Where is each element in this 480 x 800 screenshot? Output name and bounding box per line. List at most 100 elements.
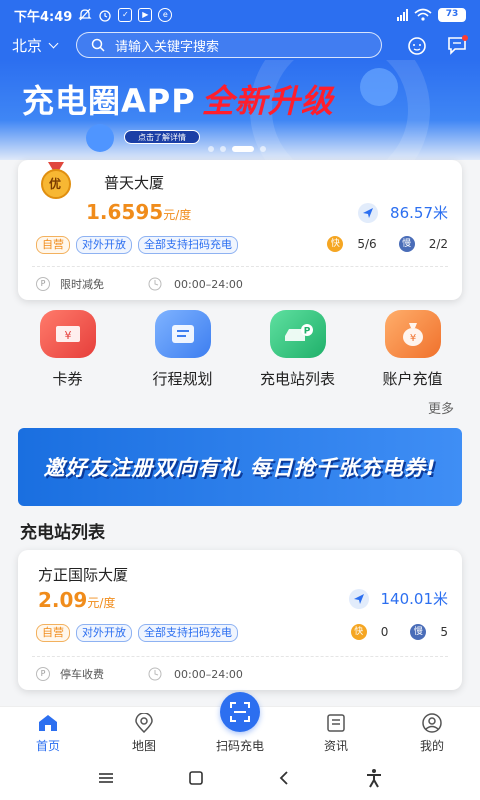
- decor-bubble: [86, 124, 114, 152]
- parking-icon: P: [36, 277, 50, 291]
- tab-label: 资讯: [323, 739, 348, 753]
- carousel-dot[interactable]: [260, 146, 266, 152]
- price-unit: 元/度: [87, 596, 116, 610]
- station-list-icon: P: [269, 310, 326, 358]
- promo-banner[interactable]: 充电圈APP 全新升级 点击了解详情: [0, 60, 480, 160]
- mute-icon: [78, 8, 92, 21]
- price-value: 2.09: [38, 588, 88, 612]
- quick-action-topup[interactable]: ¥ 账户充值: [363, 310, 463, 390]
- station-name: 普天大厦: [104, 174, 165, 192]
- city-selector[interactable]: 北京: [12, 35, 76, 56]
- distance-value: 140.01米: [380, 590, 449, 608]
- distance-value: 86.57米: [390, 204, 448, 222]
- medal-label: 优: [49, 177, 62, 191]
- promo-text: 邀好友注册双向有礼 每日抢千张充电券!: [43, 456, 437, 480]
- top-header: 北京 请输入关键字搜索: [0, 30, 480, 60]
- section-title: 充电站列表: [20, 523, 105, 543]
- navigate-icon[interactable]: [358, 202, 379, 223]
- home-square-icon[interactable]: [188, 770, 204, 786]
- alarm-icon: [99, 10, 111, 22]
- wifi-icon: [414, 8, 432, 21]
- customer-service-icon[interactable]: [406, 34, 428, 56]
- tab-profile[interactable]: 我的: [384, 707, 480, 756]
- price-value: 1.6595: [86, 200, 164, 224]
- featured-station-card[interactable]: 优 普天大厦 1.6595元/度 86.57米 自营 对外开放 全部支持扫码充电…: [18, 160, 462, 300]
- tab-map[interactable]: 地图: [96, 707, 192, 756]
- charger-counts: 快 0 慢 5: [350, 624, 448, 640]
- station-tags: 自营 对外开放 全部支持扫码充电: [36, 236, 238, 254]
- search-input[interactable]: 请输入关键字搜索: [76, 32, 382, 58]
- message-icon[interactable]: [446, 34, 468, 56]
- banner-title-highlight: 全新升级: [201, 82, 334, 120]
- tab-label: 首页: [35, 739, 60, 753]
- carousel-dot-active[interactable]: [232, 146, 254, 152]
- carousel-dots: [208, 146, 266, 152]
- fast-count: 5/6: [357, 237, 377, 251]
- app-notification-icon: ✓: [118, 8, 133, 22]
- quick-action-label: 行程规划: [152, 370, 213, 388]
- battery-indicator: 73: [438, 8, 466, 22]
- profile-icon: [422, 713, 442, 733]
- quick-action-label: 充电站列表: [259, 370, 335, 388]
- parking-icon: P: [36, 667, 50, 681]
- tab-label: 地图: [131, 739, 156, 753]
- tag-scan-charge: 全部支持扫码充电: [138, 624, 238, 642]
- back-icon[interactable]: [277, 770, 291, 786]
- banner-detail-button[interactable]: 点击了解详情: [124, 130, 200, 144]
- city-label: 北京: [12, 36, 43, 55]
- slow-count: 2/2: [428, 237, 448, 251]
- scan-charge-button[interactable]: [220, 692, 260, 732]
- search-placeholder: 请输入关键字搜索: [115, 39, 220, 55]
- station-list-item[interactable]: 方正国际大厦 2.09元/度 140.01米 自营 对外开放 全部支持扫码充电 …: [18, 550, 462, 690]
- charger-counts: 快 5/6 慢 2/2: [327, 236, 448, 252]
- carousel-dot[interactable]: [220, 146, 226, 152]
- station-distance[interactable]: 86.57米: [358, 202, 448, 223]
- quick-action-station-list[interactable]: P 充电站列表: [248, 310, 348, 390]
- tag-scan-charge: 全部支持扫码充电: [138, 236, 238, 254]
- svg-text:P: P: [303, 327, 310, 337]
- tab-label: 扫码充电: [215, 739, 264, 753]
- fast-charger-icon: 快: [350, 624, 367, 640]
- tag-self-operated: 自营: [36, 236, 70, 254]
- slow-charger-icon: 慢: [410, 624, 427, 640]
- chevron-down-icon: [48, 38, 59, 48]
- station-distance[interactable]: 140.01米: [348, 588, 449, 609]
- tab-home[interactable]: 首页: [0, 707, 96, 756]
- tab-news[interactable]: 资讯: [288, 707, 384, 756]
- coupon-icon: ¥: [39, 310, 96, 358]
- banner-title: 充电圈APP 全新升级: [22, 76, 334, 122]
- accessibility-icon[interactable]: [364, 768, 384, 788]
- quick-action-label: 账户充值: [382, 370, 443, 388]
- tag-public: 对外开放: [76, 236, 132, 254]
- station-footer: P 限时减免 00:00–24:00: [36, 276, 243, 292]
- quick-action-route[interactable]: 行程规划: [133, 310, 233, 390]
- system-nav-bar: [0, 756, 480, 800]
- station-footer: P 停车收费 00:00–24:00: [36, 666, 243, 682]
- more-link[interactable]: 更多: [428, 398, 454, 417]
- station-price: 2.09元/度: [38, 588, 115, 612]
- menu-icon[interactable]: [97, 771, 115, 785]
- navigate-icon[interactable]: [348, 588, 369, 609]
- fast-charger-icon: 快: [327, 236, 344, 252]
- price-unit: 元/度: [163, 208, 192, 222]
- tab-label: 我的: [419, 739, 444, 753]
- opening-hours: 00:00–24:00: [174, 667, 243, 681]
- quick-action-coupon[interactable]: ¥ 卡券: [18, 310, 118, 390]
- invite-promo-banner[interactable]: 邀好友注册双向有礼 每日抢千张充电券!: [18, 428, 462, 506]
- clock-icon: [148, 667, 162, 681]
- clock-icon: [148, 277, 162, 291]
- video-app-icon: ▶: [138, 8, 153, 22]
- browser-app-icon: e: [158, 8, 173, 22]
- news-icon: [327, 714, 345, 732]
- quick-actions: ¥ 卡券 行程规划 P 充电站列表 ¥ 账户充值: [0, 310, 480, 390]
- svg-text:¥: ¥: [64, 329, 71, 342]
- station-name: 方正国际大厦: [38, 566, 129, 584]
- card-divider: [32, 656, 448, 657]
- slow-charger-icon: 慢: [398, 236, 415, 252]
- wallet-icon: ¥: [384, 310, 441, 358]
- tag-self-operated: 自营: [36, 624, 70, 642]
- opening-hours: 00:00–24:00: [174, 277, 243, 291]
- carousel-dot[interactable]: [208, 146, 214, 152]
- fast-count: 0: [380, 625, 389, 639]
- quick-action-label: 卡券: [52, 370, 83, 388]
